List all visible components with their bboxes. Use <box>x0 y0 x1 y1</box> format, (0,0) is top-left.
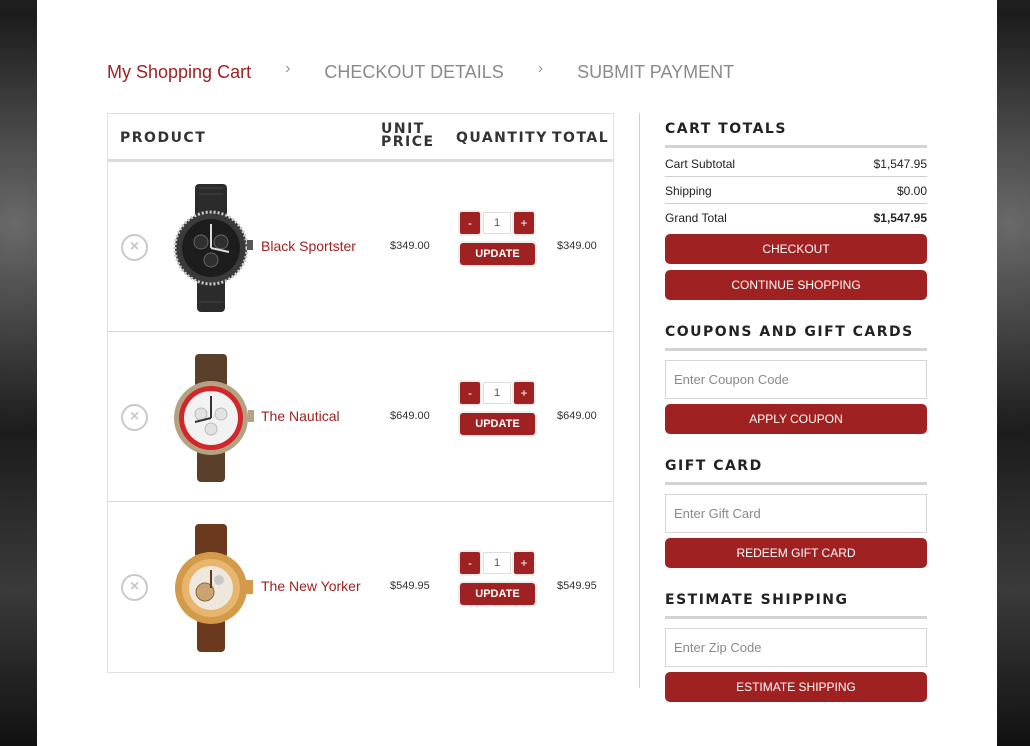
crumb-submit-payment[interactable]: SUBMIT PAYMENT <box>577 62 734 83</box>
remove-item-icon[interactable]: × <box>121 404 148 431</box>
grand-total-label: Grand Total <box>665 211 727 225</box>
estimate-shipping-heading: ESTIMATE SHIPPING <box>665 592 927 619</box>
line-total: $649.00 <box>557 410 597 422</box>
cart-totals-heading: CART TOTALS <box>665 121 927 148</box>
redeem-gift-card-button[interactable]: REDEEM GIFT CARD <box>665 538 927 568</box>
estimate-shipping-button[interactable]: ESTIMATE SHIPPING <box>665 672 927 702</box>
subtotal-label: Cart Subtotal <box>665 157 736 171</box>
product-image-the-nautical[interactable] <box>161 352 261 484</box>
grand-total-row: Grand Total $1,547.95 <box>665 204 927 231</box>
column-divider <box>639 113 640 688</box>
line-total: $349.00 <box>557 240 597 252</box>
product-image-black-sportster[interactable] <box>161 182 261 314</box>
remove-item-icon[interactable]: × <box>121 574 148 601</box>
header-unit-price: UNIT PRICE <box>381 122 435 150</box>
product-name-link[interactable]: The New Yorker <box>261 578 361 594</box>
grand-total-value: $1,547.95 <box>873 211 927 225</box>
header-unit-price-line2: PRICE <box>381 134 435 150</box>
quantity-input[interactable]: 1 <box>483 382 511 404</box>
update-button[interactable]: UPDATE <box>460 413 535 435</box>
header-quantity: QUANTITY <box>456 130 548 146</box>
continue-shopping-button[interactable]: CONTINUE SHOPPING <box>665 270 927 300</box>
product-name-link[interactable]: Black Sportster <box>261 238 356 254</box>
quantity-input[interactable]: 1 <box>483 212 511 234</box>
header-product: PRODUCT <box>120 130 207 146</box>
table-row: × Black Sportster $349.00 - 1 + UPDATE $… <box>108 162 613 332</box>
quantity-increase-button[interactable]: + <box>514 212 534 234</box>
quantity-stepper: - 1 + UPDATE <box>459 212 537 269</box>
page: My Shopping Cart › CHECKOUT DETAILS › SU… <box>37 0 997 746</box>
checkout-button[interactable]: CHECKOUT <box>665 234 927 264</box>
chevron-right-icon: › <box>285 59 291 77</box>
shipping-value: $0.00 <box>896 184 927 198</box>
gift-card-heading: GIFT CARD <box>665 458 927 485</box>
cart-table-header: PRODUCT UNIT PRICE QUANTITY TOTAL <box>108 114 613 162</box>
remove-item-icon[interactable]: × <box>121 234 148 261</box>
product-name-link[interactable]: The Nautical <box>261 408 340 424</box>
background-right <box>997 0 1030 746</box>
product-image-the-new-yorker[interactable] <box>161 522 261 654</box>
coupons-heading: COUPONS AND GIFT CARDS <box>665 324 927 351</box>
update-button[interactable]: UPDATE <box>460 243 535 265</box>
quantity-increase-button[interactable]: + <box>514 382 534 404</box>
shipping-label: Shipping <box>665 184 712 198</box>
quantity-increase-button[interactable]: + <box>514 552 534 574</box>
table-row: × The New Yorker $549.95 - 1 + UPDATE $5… <box>108 502 613 672</box>
zip-code-input[interactable]: Enter Zip Code <box>665 628 927 667</box>
update-button[interactable]: UPDATE <box>460 583 535 605</box>
line-total: $549.95 <box>557 580 597 592</box>
quantity-stepper: - 1 + UPDATE <box>459 552 537 609</box>
quantity-stepper: - 1 + UPDATE <box>459 382 537 439</box>
unit-price: $649.00 <box>390 410 430 422</box>
unit-price: $349.00 <box>390 240 430 252</box>
unit-price: $549.95 <box>390 580 430 592</box>
shipping-row: Shipping $0.00 <box>665 177 927 204</box>
cart-table: PRODUCT UNIT PRICE QUANTITY TOTAL × Blac… <box>107 113 614 673</box>
background-left <box>0 0 37 746</box>
subtotal-row: Cart Subtotal $1,547.95 <box>665 150 927 177</box>
breadcrumb: My Shopping Cart › CHECKOUT DETAILS › SU… <box>107 59 734 83</box>
table-row: × The Nautical $649.00 - 1 + UPDATE $649… <box>108 332 613 502</box>
quantity-decrease-button[interactable]: - <box>460 212 480 234</box>
subtotal-value: $1,547.95 <box>873 157 927 171</box>
header-total: TOTAL <box>552 130 610 146</box>
chevron-right-icon: › <box>537 59 544 77</box>
gift-card-input[interactable]: Enter Gift Card <box>665 494 927 533</box>
quantity-input[interactable]: 1 <box>483 552 511 574</box>
quantity-decrease-button[interactable]: - <box>460 382 480 404</box>
crumb-checkout-details[interactable]: CHECKOUT DETAILS <box>324 62 503 83</box>
crumb-shopping-cart[interactable]: My Shopping Cart <box>107 62 251 83</box>
quantity-decrease-button[interactable]: - <box>460 552 480 574</box>
apply-coupon-button[interactable]: APPLY COUPON <box>665 404 927 434</box>
coupon-code-input[interactable]: Enter Coupon Code <box>665 360 927 399</box>
